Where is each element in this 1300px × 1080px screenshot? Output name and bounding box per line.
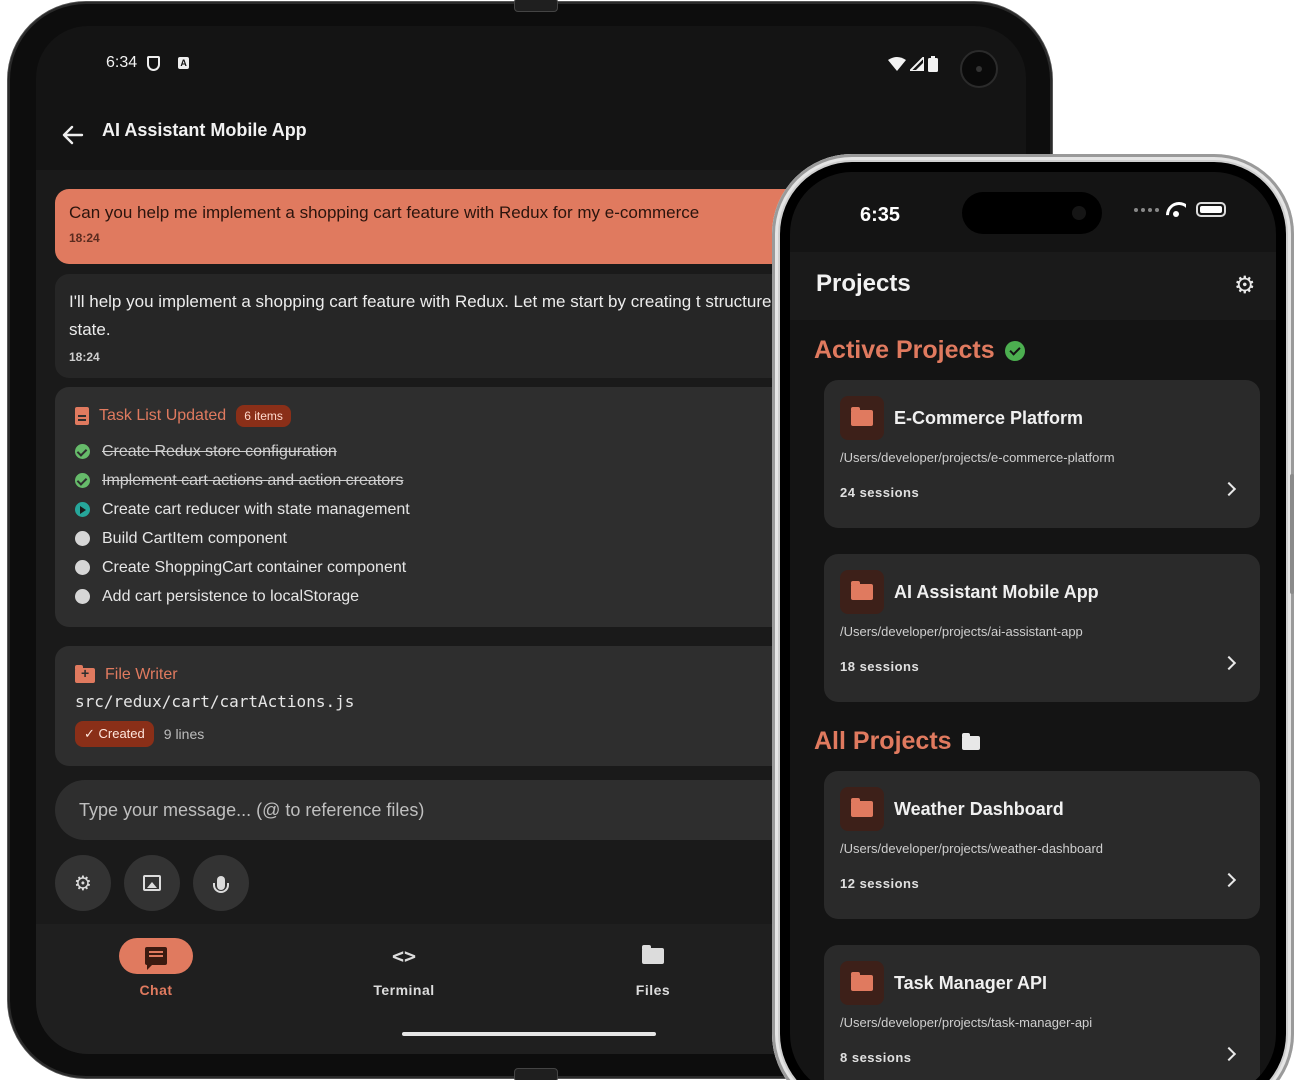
nav-terminal-label: Terminal xyxy=(373,982,435,998)
phone-device: 6:35 Projects ⚙ Active Projects E-Commer… xyxy=(772,154,1294,1080)
project-card[interactable]: Task Manager API /Users/developer/projec… xyxy=(824,945,1260,1080)
task-label: Implement cart actions and action creato… xyxy=(102,471,404,489)
chevron-right-icon xyxy=(1221,872,1237,888)
pending-circle-icon xyxy=(75,560,90,575)
folder-icon xyxy=(642,945,664,964)
phone-header: Projects ⚙ xyxy=(790,252,1276,320)
project-name: Weather Dashboard xyxy=(894,799,1064,819)
microphone-icon xyxy=(213,876,229,893)
project-name: E-Commerce Platform xyxy=(894,408,1084,428)
project-path: /Users/developer/projects/weather-dashbo… xyxy=(840,841,1104,856)
task-label: Create Redux store configuration xyxy=(102,442,337,460)
project-folder-icon xyxy=(840,787,884,831)
phone-bezel: 6:35 Projects ⚙ Active Projects E-Commer… xyxy=(780,162,1286,1080)
project-card[interactable]: E-Commerce Platform /Users/developer/pro… xyxy=(824,380,1260,528)
task-count-badge: 6 items xyxy=(236,405,291,427)
project-name: Task Manager API xyxy=(894,973,1048,993)
tablet-status-bar: 6:34 A xyxy=(36,26,1026,104)
hinge-bottom xyxy=(514,1068,558,1080)
created-badge: ✓ Created xyxy=(75,721,154,747)
active-projects-heading: Active Projects xyxy=(814,336,1025,365)
pending-circle-icon xyxy=(75,589,90,604)
wifi-icon xyxy=(888,57,906,71)
image-icon xyxy=(143,875,161,891)
nav-files-indicator xyxy=(616,938,690,974)
nav-files-label: Files xyxy=(635,982,671,998)
project-sessions: 12 sessions xyxy=(840,876,920,891)
image-button[interactable] xyxy=(124,855,180,911)
gear-icon[interactable]: ⚙ xyxy=(1234,274,1258,298)
phone-screen: 6:35 Projects ⚙ Active Projects E-Commer… xyxy=(790,172,1276,1080)
nav-files[interactable]: Files xyxy=(593,938,713,998)
project-path: /Users/developer/projects/task-manager-a… xyxy=(840,1015,1093,1030)
back-arrow-icon[interactable] xyxy=(60,122,86,148)
image-icon-wrap xyxy=(124,855,180,911)
document-icon xyxy=(75,407,89,425)
nav-chat-label: Chat xyxy=(139,982,173,998)
front-camera xyxy=(960,50,998,88)
nav-chat-indicator xyxy=(119,938,193,974)
phone-status-bar: 6:35 xyxy=(790,172,1276,252)
project-folder-icon xyxy=(840,570,884,614)
line-count: 9 lines xyxy=(163,726,205,742)
nav-chat[interactable]: Chat xyxy=(96,938,216,998)
code-icon: <> xyxy=(391,944,417,968)
check-circle-icon xyxy=(75,473,90,488)
task-label: Create cart reducer with state managemen… xyxy=(102,500,410,518)
chevron-right-icon xyxy=(1221,481,1237,497)
project-card[interactable]: Weather Dashboard /Users/developer/proje… xyxy=(824,771,1260,919)
project-sessions: 24 sessions xyxy=(840,485,920,500)
play-circle-icon xyxy=(75,502,90,517)
project-path: /Users/developer/projects/ai-assistant-a… xyxy=(840,624,1083,639)
chat-icon xyxy=(145,947,167,970)
shield-icon xyxy=(147,55,161,71)
project-folder-icon xyxy=(840,396,884,440)
folder-icon xyxy=(961,732,980,750)
cell-signal-icon xyxy=(1134,208,1159,212)
project-path: /Users/developer/projects/e-commerce-pla… xyxy=(840,450,1115,465)
project-name: AI Assistant Mobile App xyxy=(894,582,1099,602)
nav-terminal[interactable]: <> Terminal xyxy=(344,938,464,998)
task-label: Create ShoppingCart container component xyxy=(102,558,407,576)
home-indicator[interactable] xyxy=(402,1032,656,1036)
file-card-title: File Writer xyxy=(105,666,178,683)
battery-icon xyxy=(1196,202,1226,217)
project-sessions: 8 sessions xyxy=(840,1050,912,1065)
wifi-icon xyxy=(1166,202,1186,218)
phone-status-time: 6:35 xyxy=(860,204,901,226)
check-circle-icon xyxy=(1004,340,1025,361)
status-time-group: 6:34 A xyxy=(106,54,190,72)
all-projects-label: All Projects xyxy=(814,727,952,755)
folder-plus-icon xyxy=(75,664,95,683)
page-title: AI Assistant Mobile App xyxy=(102,120,307,140)
check-circle-icon xyxy=(75,444,90,459)
chevron-right-icon xyxy=(1221,1046,1237,1062)
battery-icon xyxy=(928,56,938,72)
gear-icon: ⚙ xyxy=(74,872,92,895)
chevron-right-icon xyxy=(1221,655,1237,671)
hinge-top xyxy=(514,0,558,12)
all-projects-heading: All Projects xyxy=(814,727,980,756)
cell-signal-icon xyxy=(910,57,924,71)
nav-terminal-indicator: <> xyxy=(367,938,441,974)
status-icons xyxy=(888,56,938,72)
side-button xyxy=(1290,474,1294,594)
active-projects-label: Active Projects xyxy=(814,336,995,364)
pending-circle-icon xyxy=(75,531,90,546)
microphone-button[interactable] xyxy=(193,855,249,911)
project-folder-icon xyxy=(840,961,884,1005)
a-badge-icon: A xyxy=(178,57,190,69)
status-time: 6:34 xyxy=(106,54,138,71)
project-card[interactable]: AI Assistant Mobile App /Users/developer… xyxy=(824,554,1260,702)
mic-icon-wrap xyxy=(193,855,249,911)
task-label: Build CartItem component xyxy=(102,529,287,547)
settings-button[interactable]: ⚙ xyxy=(55,855,111,911)
dynamic-island xyxy=(962,192,1102,234)
project-sessions: 18 sessions xyxy=(840,659,920,674)
task-card-title: Task List Updated xyxy=(99,407,227,424)
projects-title: Projects xyxy=(816,270,911,297)
task-label: Add cart persistence to localStorage xyxy=(102,587,360,605)
